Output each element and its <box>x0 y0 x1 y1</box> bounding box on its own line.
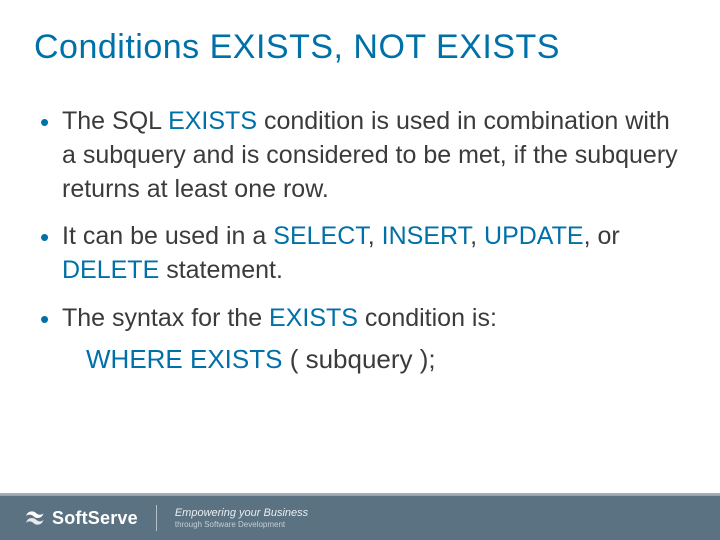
bullet-list: The SQL EXISTS condition is used in comb… <box>34 105 686 377</box>
text-run: condition is: <box>358 304 497 332</box>
slide: Conditions EXISTS, NOT EXISTS The SQL EX… <box>0 0 720 540</box>
text-run: , or <box>584 222 620 250</box>
bullet-item: The syntax for the EXISTS condition is: W… <box>38 302 686 377</box>
text-run: statement. <box>159 256 283 284</box>
keyword: SELECT <box>273 222 367 250</box>
text-run: , <box>368 222 382 250</box>
keyword: EXISTS <box>168 107 257 135</box>
text-run: The syntax for the <box>62 304 269 332</box>
keyword: UPDATE <box>484 222 584 250</box>
keyword: DELETE <box>62 256 159 284</box>
brand-logo-icon <box>26 508 46 528</box>
text-run: The SQL <box>62 107 168 135</box>
brand: SoftServe <box>26 508 138 529</box>
bullet-item: It can be used in a SELECT, INSERT, UPDA… <box>38 220 686 288</box>
tagline-main: Empowering your Business <box>175 507 308 520</box>
keyword: EXISTS <box>269 304 358 332</box>
footer-divider <box>156 505 157 531</box>
footer-bar: SoftServe Empowering your Business throu… <box>0 496 720 540</box>
brand-name: SoftServe <box>52 508 138 529</box>
footer-tagline: Empowering your Business through Softwar… <box>175 507 308 530</box>
text-run: , <box>470 222 484 250</box>
text-run: ( subquery ); <box>290 344 436 374</box>
keyword: WHERE EXISTS <box>86 344 290 374</box>
syntax-line: WHERE EXISTS ( subquery ); <box>62 342 686 377</box>
tagline-sub: through Software Development <box>175 520 308 530</box>
bullet-item: The SQL EXISTS condition is used in comb… <box>38 105 686 206</box>
text-run: It can be used in a <box>62 222 273 250</box>
keyword: INSERT <box>382 222 470 250</box>
slide-title: Conditions EXISTS, NOT EXISTS <box>34 28 686 67</box>
